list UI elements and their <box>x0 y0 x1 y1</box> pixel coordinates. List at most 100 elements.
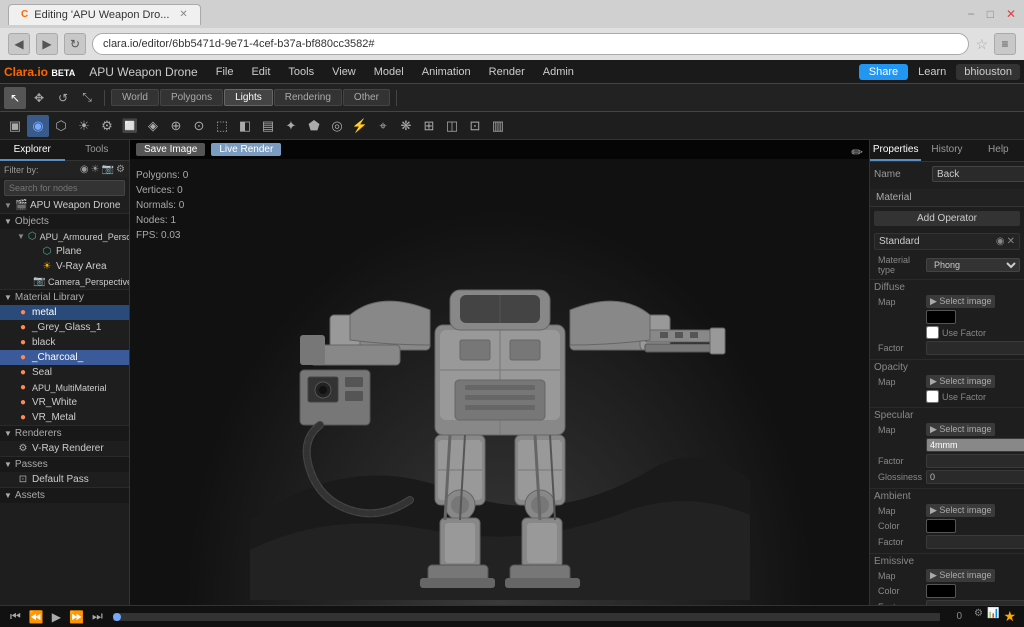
filter-icon-1[interactable]: ◉ <box>80 164 89 175</box>
tool-icon-13[interactable]: ✦ <box>280 115 302 137</box>
specular-factor-input[interactable] <box>926 454 1024 468</box>
specular-gloss-input[interactable] <box>926 470 1024 484</box>
move-tool-btn[interactable]: ✥ <box>28 87 50 109</box>
tool-icon-2[interactable]: ◉ <box>27 115 49 137</box>
tool-icon-8[interactable]: ⊕ <box>165 115 187 137</box>
viewport-edit-btn[interactable]: ✏ <box>851 144 863 161</box>
tree-camera[interactable]: 📷 Camera_Perspective3 <box>0 274 129 289</box>
minimize-icon[interactable]: − <box>968 7 975 21</box>
close-icon[interactable]: ✕ <box>1006 7 1016 21</box>
menu-btn[interactable]: ≡ <box>994 33 1016 55</box>
tool-icon-22[interactable]: ▥ <box>487 115 509 137</box>
section-renderers[interactable]: ▼ Renderers <box>0 425 129 441</box>
tool-icon-10[interactable]: ⬚ <box>211 115 233 137</box>
specular-map-btn[interactable]: ▶ Select image <box>926 423 995 436</box>
address-bar[interactable] <box>92 33 969 55</box>
bottom-icon-2[interactable]: 📊 <box>987 608 999 625</box>
menu-file[interactable]: File <box>208 64 242 80</box>
tool-icon-1[interactable]: ▣ <box>4 115 26 137</box>
maximize-icon[interactable]: □ <box>987 7 994 21</box>
playback-next-btn[interactable]: ⏩ <box>67 610 86 624</box>
tab-lights[interactable]: Lights <box>224 89 273 106</box>
live-render-btn[interactable]: Live Render <box>211 143 281 156</box>
menu-model[interactable]: Model <box>366 64 412 80</box>
add-operator-button[interactable]: Add Operator <box>874 211 1020 226</box>
tool-icon-21[interactable]: ⊡ <box>464 115 486 137</box>
share-button[interactable]: Share <box>859 64 908 80</box>
forward-btn[interactable]: ▶ <box>36 33 58 55</box>
tool-icon-18[interactable]: ❋ <box>395 115 417 137</box>
close-material-icon[interactable]: ✕ <box>1007 236 1015 247</box>
tree-vray-area[interactable]: ☀ V-Ray Area <box>0 259 129 274</box>
menu-edit[interactable]: Edit <box>243 64 278 80</box>
material-type-select[interactable]: Phong <box>926 258 1020 272</box>
tool-icon-16[interactable]: ⚡ <box>349 115 371 137</box>
tree-apu[interactable]: ▼ ⬡ APU_Armoured_Personnel_U... <box>0 229 129 244</box>
tree-metal[interactable]: ● metal <box>0 305 129 320</box>
tab-rendering[interactable]: Rendering <box>274 89 342 106</box>
learn-button[interactable]: Learn <box>910 64 954 80</box>
tool-icon-19[interactable]: ⊞ <box>418 115 440 137</box>
section-objects[interactable]: ▼ Objects <box>0 213 129 229</box>
diffuse-color-swatch[interactable] <box>926 310 956 324</box>
bottom-star-icon[interactable]: ★ <box>1003 608 1016 625</box>
rotate-tool-btn[interactable]: ↺ <box>52 87 74 109</box>
playback-last-btn[interactable]: ⏭ <box>90 609 105 624</box>
tree-plane[interactable]: ⬡ Plane <box>0 244 129 259</box>
menu-animation[interactable]: Animation <box>414 64 479 80</box>
diffuse-factor-input[interactable] <box>926 341 1024 355</box>
tool-icon-7[interactable]: ◈ <box>142 115 164 137</box>
timeline-thumb[interactable] <box>113 613 121 621</box>
tab-polygons[interactable]: Polygons <box>160 89 223 106</box>
user-button[interactable]: bhiouston <box>956 64 1020 80</box>
search-input[interactable] <box>4 180 125 196</box>
tree-default-pass[interactable]: ⊡ Default Pass <box>0 472 129 487</box>
playback-play-btn[interactable]: ▶ <box>50 610 63 624</box>
bookmark-icon[interactable]: ☆ <box>975 36 988 53</box>
bottom-icon-1[interactable]: ⚙ <box>974 608 983 625</box>
eye-icon[interactable]: ◉ <box>996 236 1005 247</box>
section-assets[interactable]: ▼ Assets <box>0 487 129 503</box>
playback-first-btn[interactable]: ⏮ <box>8 609 23 624</box>
filter-icon-2[interactable]: ☀ <box>91 164 100 175</box>
tree-grey-glass[interactable]: ● _Grey_Glass_1 <box>0 320 129 335</box>
tool-icon-4[interactable]: ☀ <box>73 115 95 137</box>
menu-tools[interactable]: Tools <box>280 64 322 80</box>
tree-vray-renderer[interactable]: ⚙ V-Ray Renderer <box>0 441 129 456</box>
back-btn[interactable]: ◀ <box>8 33 30 55</box>
tool-icon-3[interactable]: ⬡ <box>50 115 72 137</box>
tree-vr-white[interactable]: ● VR_White <box>0 395 129 410</box>
tree-vr-metal[interactable]: ● VR_Metal <box>0 410 129 425</box>
diffuse-use-factor-check[interactable] <box>926 326 939 339</box>
tab-properties[interactable]: Properties <box>870 140 921 161</box>
tab-other[interactable]: Other <box>343 89 390 106</box>
tab-explorer[interactable]: Explorer <box>0 140 65 161</box>
filter-icon-3[interactable]: 📷 <box>102 164 114 175</box>
reload-btn[interactable]: ↻ <box>64 33 86 55</box>
menu-view[interactable]: View <box>324 64 364 80</box>
tree-black[interactable]: ● black <box>0 335 129 350</box>
tab-tools[interactable]: Tools <box>65 140 130 161</box>
diffuse-map-btn[interactable]: ▶ Select image <box>926 295 995 308</box>
ambient-factor-input[interactable] <box>926 535 1024 549</box>
opacity-map-btn[interactable]: ▶ Select image <box>926 375 995 388</box>
save-image-btn[interactable]: Save Image <box>136 143 205 156</box>
tab-help[interactable]: Help <box>973 140 1024 161</box>
emissive-color-swatch[interactable] <box>926 584 956 598</box>
tool-icon-11[interactable]: ◧ <box>234 115 256 137</box>
emissive-map-btn[interactable]: ▶ Select image <box>926 569 995 582</box>
ambient-color-swatch[interactable] <box>926 519 956 533</box>
tool-icon-6[interactable]: 🔲 <box>119 115 141 137</box>
tool-icon-5[interactable]: ⚙ <box>96 115 118 137</box>
scale-tool-btn[interactable]: ⤡ <box>76 87 98 109</box>
section-materials[interactable]: ▼ Material Library <box>0 289 129 305</box>
tool-icon-14[interactable]: ⬟ <box>303 115 325 137</box>
tab-history[interactable]: History <box>921 140 972 161</box>
playback-prev-btn[interactable]: ⏪ <box>27 610 46 624</box>
browser-tab[interactable]: C Editing 'APU Weapon Dro... ✕ <box>8 4 201 25</box>
tree-charcoal[interactable]: ● _Charcoal_ <box>0 350 129 365</box>
viewport[interactable]: Save Image Live Render Polygons: 0 Verti… <box>130 140 869 605</box>
tree-apu-multi[interactable]: ● APU_MultiMaterial <box>0 380 129 395</box>
tree-root[interactable]: ▼ 🎬 APU Weapon Drone <box>0 198 129 213</box>
menu-admin[interactable]: Admin <box>535 64 582 80</box>
